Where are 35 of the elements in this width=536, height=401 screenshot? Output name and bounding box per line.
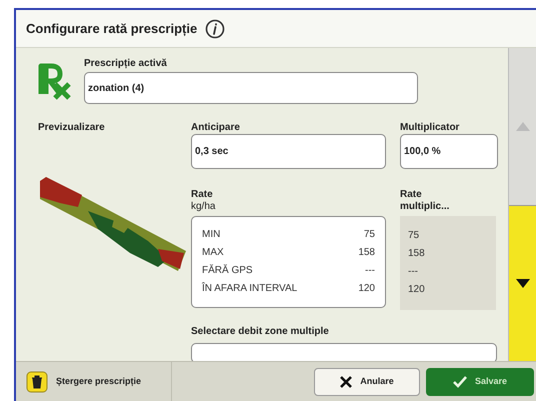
prescription-field[interactable]: zonation (4) [84,72,418,104]
rate-name: MAX [202,246,224,260]
multiplied-rate-value: 75 [408,230,420,242]
rate-value: 120 [358,282,375,296]
multiplied-rate-value: --- [408,266,419,278]
scrollbar[interactable] [508,48,536,361]
multiplied-rate-value: 120 [408,284,426,296]
window-title: Configurare rată prescripție [26,20,198,38]
rate-name: ÎN AFARA INTERVAL [202,282,298,296]
unit-label: kg/ha [191,201,216,213]
info-icon[interactable] [205,18,226,38]
check-icon [452,376,467,388]
rates-label: Rate [191,189,214,201]
rate-name: MIN [202,228,220,242]
field-label: Prescripție activă [84,57,168,71]
preview-label: Previzualizare [38,121,106,135]
field-label: Selectare debit zone multiple [191,325,330,339]
rate-value: 75 [364,228,375,242]
delete-prescription-label[interactable]: Ștergere prescripție [56,374,142,388]
multi-zone-field[interactable] [191,343,497,361]
multiplied-rate-value: 158 [408,248,426,260]
rate-name: FĂRĂ GPS [202,264,253,278]
multiplier-field[interactable]: 100,0 % [400,134,498,169]
close-icon [340,376,352,388]
scroll-down-icon[interactable] [516,279,530,288]
trash-icon[interactable] [26,370,48,392]
rate-value: --- [365,264,375,278]
field-label: Multiplicator [400,121,460,134]
multiplied-rates-label: Rate multiplic... [400,189,450,213]
save-button[interactable]: Salvare [426,368,534,396]
rate-value: 158 [358,246,375,260]
anticipation-field[interactable]: 0,3 sec [191,134,386,169]
cancel-button[interactable]: Anulare [314,368,420,396]
field-label: Anticipare [191,121,241,134]
rx-icon [38,62,72,100]
